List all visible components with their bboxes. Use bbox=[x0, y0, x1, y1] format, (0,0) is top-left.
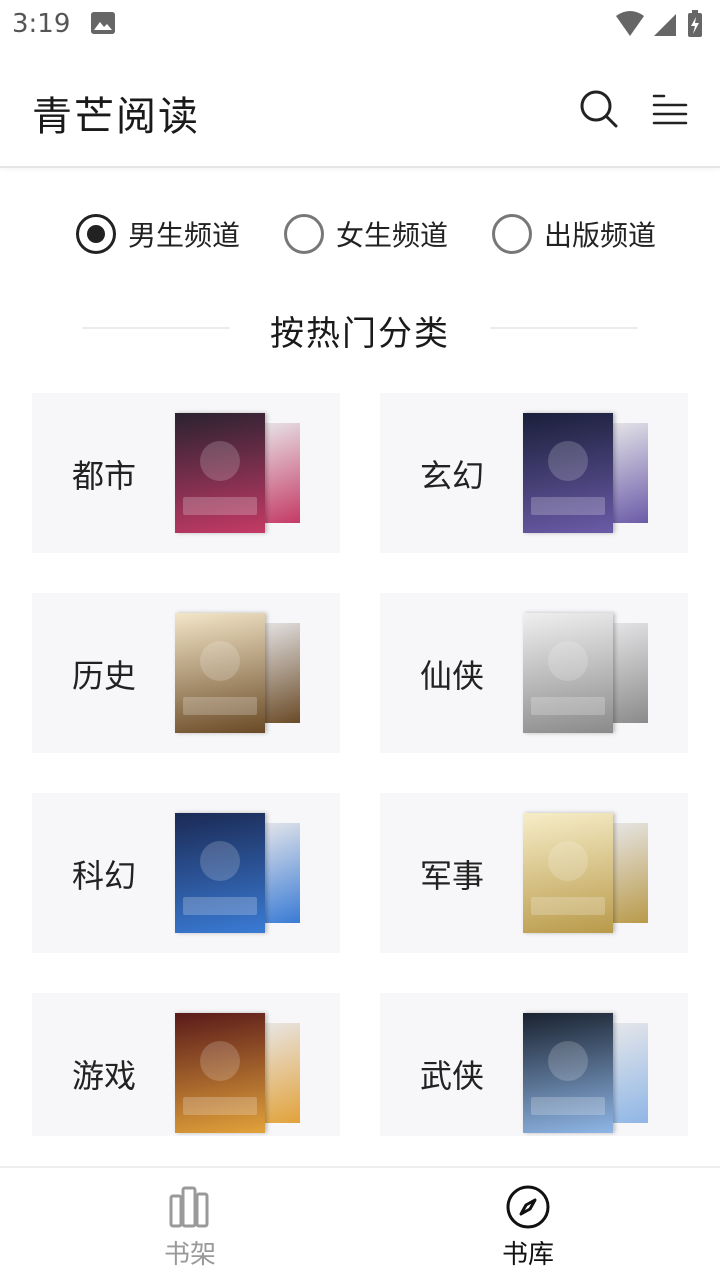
channel-label: 女生频道 bbox=[336, 219, 449, 252]
category-label: 科幻 bbox=[72, 857, 137, 895]
bookshelf-icon bbox=[169, 1186, 209, 1228]
category-card[interactable]: 科幻 bbox=[32, 793, 340, 953]
radio-button[interactable] bbox=[492, 214, 532, 254]
channel-selector: 男生频道 女生频道 出版频道 bbox=[0, 206, 720, 262]
book-cover bbox=[175, 613, 265, 733]
compass-icon bbox=[506, 1185, 550, 1229]
status-icons bbox=[612, 10, 708, 40]
nav-label: 书库 bbox=[501, 1240, 554, 1270]
section-header: 按热门分类 bbox=[0, 300, 720, 356]
category-card[interactable]: 历史 bbox=[32, 593, 340, 753]
category-label: 都市 bbox=[72, 457, 137, 495]
channel-label: 出版频道 bbox=[544, 219, 657, 252]
status-time: 3:19 bbox=[12, 9, 71, 39]
channel-male[interactable]: 男生频道 bbox=[76, 206, 240, 262]
category-card[interactable]: 仙侠 bbox=[380, 593, 688, 753]
channel-female[interactable]: 女生频道 bbox=[284, 206, 448, 262]
book-cover bbox=[523, 1013, 613, 1133]
radio-button[interactable] bbox=[284, 214, 324, 254]
channel-label: 男生频道 bbox=[128, 219, 241, 252]
book-cover bbox=[175, 813, 265, 933]
search-button[interactable] bbox=[578, 88, 620, 130]
battery-charging-icon bbox=[688, 10, 702, 37]
book-cover bbox=[523, 413, 613, 533]
bottom-nav: 书架 书库 bbox=[0, 1166, 720, 1280]
wifi-icon bbox=[616, 11, 644, 36]
category-card[interactable]: 都市 bbox=[32, 393, 340, 553]
menu-icon bbox=[652, 94, 688, 125]
divider bbox=[490, 327, 638, 329]
search-icon bbox=[580, 90, 618, 128]
category-card[interactable]: 军事 bbox=[380, 793, 688, 953]
category-label: 游戏 bbox=[72, 1057, 137, 1095]
category-card[interactable]: 游戏 bbox=[32, 993, 340, 1136]
book-cover bbox=[523, 613, 613, 733]
category-label: 历史 bbox=[72, 657, 137, 695]
category-card[interactable]: 武侠 bbox=[380, 993, 688, 1136]
app-title: 青芒阅读 bbox=[32, 94, 200, 140]
radio-button-checked[interactable] bbox=[76, 214, 116, 254]
channel-publish[interactable]: 出版频道 bbox=[492, 206, 656, 262]
section-title: 按热门分类 bbox=[270, 314, 450, 354]
nav-library[interactable]: 书库 bbox=[348, 1168, 708, 1280]
menu-button[interactable] bbox=[648, 88, 690, 130]
category-label: 仙侠 bbox=[420, 657, 485, 695]
signal-icon bbox=[654, 14, 676, 36]
category-label: 玄幻 bbox=[420, 457, 485, 495]
book-cover bbox=[175, 413, 265, 533]
nav-bookshelf[interactable]: 书架 bbox=[10, 1168, 370, 1280]
book-cover bbox=[523, 813, 613, 933]
app-header: 青芒阅读 bbox=[0, 50, 720, 168]
category-card[interactable]: 玄幻 bbox=[380, 393, 688, 553]
book-cover bbox=[175, 1013, 265, 1133]
status-bar: 3:19 bbox=[0, 0, 720, 50]
nav-label: 书架 bbox=[163, 1240, 216, 1270]
category-label: 武侠 bbox=[420, 1057, 485, 1095]
image-icon bbox=[91, 12, 115, 34]
category-label: 军事 bbox=[420, 857, 485, 895]
